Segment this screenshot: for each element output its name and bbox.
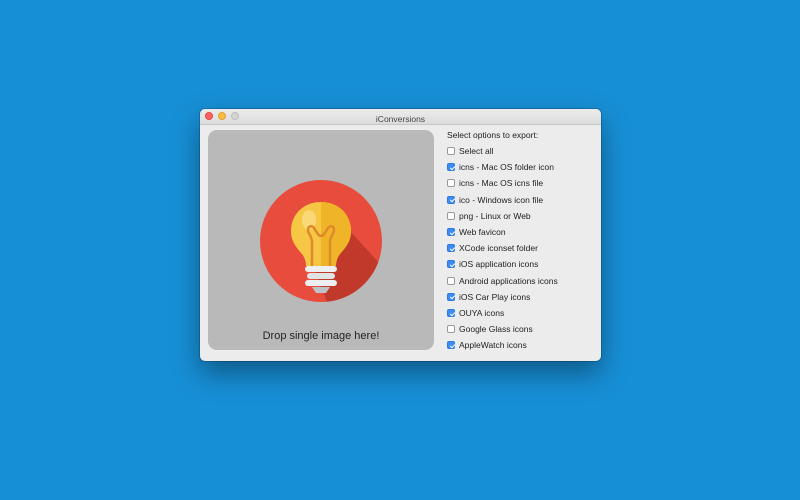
option-label: png - Linux or Web bbox=[459, 210, 531, 221]
option-android-app-icons[interactable]: Android applications icons bbox=[447, 273, 558, 289]
option-select-all[interactable]: Select all bbox=[447, 143, 558, 159]
checkbox[interactable] bbox=[447, 308, 455, 317]
close-window-button[interactable] bbox=[205, 112, 213, 120]
checkbox[interactable] bbox=[447, 244, 455, 253]
option-label: XCode iconset folder bbox=[459, 243, 538, 254]
option-label: OUYA icons bbox=[459, 307, 505, 318]
option-ios-carplay[interactable]: iOS Car Play icons bbox=[447, 289, 558, 305]
checkbox[interactable] bbox=[447, 147, 455, 156]
option-label: icns - Mac OS folder icon bbox=[459, 162, 554, 173]
option-icns-file[interactable]: icns - Mac OS icns file bbox=[447, 175, 558, 191]
option-web-favicon[interactable]: Web favicon bbox=[447, 224, 558, 240]
option-label: Android applications icons bbox=[459, 275, 558, 286]
export-options-heading: Select options to export: bbox=[447, 130, 539, 140]
option-xcode-iconset[interactable]: XCode iconset folder bbox=[447, 240, 558, 256]
option-label: iOS application icons bbox=[459, 259, 539, 270]
checkbox[interactable] bbox=[447, 211, 455, 220]
checkbox[interactable] bbox=[447, 260, 455, 269]
option-label: Google Glass icons bbox=[459, 324, 533, 335]
checkbox[interactable] bbox=[447, 325, 455, 334]
option-png-linux-web[interactable]: png - Linux or Web bbox=[447, 208, 558, 224]
checkbox[interactable] bbox=[447, 228, 455, 237]
export-options-panel: Select options to export: Select all icn… bbox=[447, 129, 558, 353]
title-bar[interactable]: iConversions bbox=[200, 109, 601, 125]
option-label: iOS Car Play icons bbox=[459, 291, 531, 302]
image-drop-zone[interactable]: Drop single image here! bbox=[208, 130, 434, 350]
lightbulb-icon bbox=[260, 180, 382, 302]
option-ico-windows[interactable]: ico - Windows icon file bbox=[447, 192, 558, 208]
option-icns-folder[interactable]: icns - Mac OS folder icon bbox=[447, 159, 558, 175]
option-ios-app-icons[interactable]: iOS application icons bbox=[447, 256, 558, 272]
option-google-glass[interactable]: Google Glass icons bbox=[447, 321, 558, 337]
minimize-window-button[interactable] bbox=[218, 112, 226, 120]
checkbox[interactable] bbox=[447, 179, 455, 188]
zoom-window-button[interactable] bbox=[231, 112, 239, 120]
checkbox[interactable] bbox=[447, 292, 455, 301]
drop-zone-label: Drop single image here! bbox=[262, 330, 380, 342]
option-label: Select all bbox=[459, 146, 494, 157]
checkbox[interactable] bbox=[447, 276, 455, 285]
option-ouya[interactable]: OUYA icons bbox=[447, 305, 558, 321]
option-label: AppleWatch icons bbox=[459, 340, 527, 351]
option-label: Web favicon bbox=[459, 227, 506, 238]
option-applewatch[interactable]: AppleWatch icons bbox=[447, 337, 558, 353]
option-label: icns - Mac OS icns file bbox=[459, 178, 544, 189]
checkbox[interactable] bbox=[447, 163, 455, 172]
checkbox[interactable] bbox=[447, 195, 455, 204]
option-label: ico - Windows icon file bbox=[459, 194, 544, 205]
window-title: iConversions bbox=[375, 114, 426, 124]
app-window: iConversions Drop single image here! Sel… bbox=[200, 109, 601, 361]
checkbox[interactable] bbox=[447, 341, 455, 350]
